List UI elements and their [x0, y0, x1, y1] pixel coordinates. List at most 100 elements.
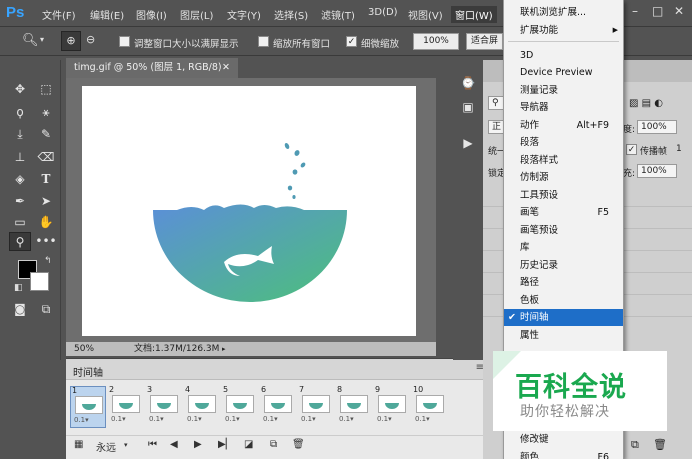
opacity-input[interactable]: 100% [637, 120, 677, 134]
menu-image[interactable]: 图像(I) [136, 7, 167, 22]
timeline-frame[interactable]: 5 0.1▾ [222, 385, 258, 428]
delete-layer-icon[interactable]: 🗑︎ [653, 438, 667, 451]
window-menu-item[interactable]: 仿制源 [504, 169, 623, 186]
loop-option[interactable]: 永远 [96, 439, 116, 454]
window-menu-item[interactable]: 色板 [504, 292, 623, 309]
swap-colors-icon[interactable]: ↰ [44, 256, 52, 266]
menu-view[interactable]: 视图(V) [408, 7, 443, 22]
frame-delay[interactable]: 0.1▾ [339, 415, 354, 423]
window-menu-item[interactable]: Device Preview [504, 64, 623, 81]
frame-delay[interactable]: 0.1▾ [111, 415, 126, 423]
timeline-frame[interactable]: 2 0.1▾ [108, 385, 144, 428]
menu-filter[interactable]: 滤镜(T) [321, 7, 355, 22]
menu-file[interactable]: 文件(F) [42, 7, 76, 22]
document-info[interactable]: 文档:1.37M/126.3M [134, 342, 219, 356]
marquee-tool-icon[interactable]: ⬚ [35, 80, 57, 99]
hand-tool-icon[interactable]: ✋ [35, 213, 57, 232]
duplicate-frame-icon[interactable]: ⧉ [270, 439, 277, 450]
frame-delay[interactable]: 0.1▾ [263, 415, 278, 423]
window-menu-item[interactable]: 扩展功能 ▶ [504, 22, 623, 39]
path-select-icon[interactable]: ➤ [35, 192, 57, 211]
close-tab-icon[interactable]: ✕ [222, 58, 230, 78]
convert-timeline-icon[interactable]: ▦ [74, 439, 83, 450]
window-menu-item[interactable]: 修改键 [504, 431, 623, 448]
timeline-frame[interactable]: 4 0.1▾ [184, 385, 220, 428]
scrubby-zoom-checkbox[interactable]: ✓ [346, 36, 357, 47]
next-frame-icon[interactable]: ▶▏ [218, 439, 233, 450]
zoom-tool-icon[interactable]: ⚲ [9, 232, 31, 251]
brush-tool-icon[interactable]: ✎ [35, 125, 57, 144]
timeline-title[interactable]: 时间轴 [73, 364, 103, 379]
eyedropper-tool-icon[interactable]: ⤓ [9, 125, 31, 144]
lasso-tool-icon[interactable]: ϙ [9, 103, 31, 122]
menu-edit[interactable]: 编辑(E) [90, 7, 124, 22]
document-tab[interactable]: timg.gif @ 50% (图层 1, RGB/8) ✕ [66, 58, 238, 78]
default-colors-icon[interactable]: ◧ [14, 283, 23, 293]
window-menu-item[interactable]: 工具预设 [504, 187, 623, 204]
window-menu-item[interactable]: 3D [504, 47, 623, 64]
zoom-in-icon[interactable]: ⊕ [61, 31, 81, 51]
pen-tool-icon[interactable]: ✒ [9, 192, 31, 211]
frame-delay[interactable]: 0.1▾ [377, 415, 392, 423]
frame-delay[interactable]: 0.1▾ [225, 415, 240, 423]
zoom-100-button[interactable]: 100% [413, 33, 459, 50]
window-menu-item[interactable]: 路径 [504, 274, 623, 291]
window-menu-item[interactable]: 画笔 F5 [504, 204, 623, 221]
history-panel-icon[interactable]: ⌚ [459, 76, 477, 94]
play-icon[interactable]: ▶ [194, 439, 202, 450]
rectangle-tool-icon[interactable]: ▭ [9, 213, 31, 232]
frame-delay[interactable]: 0.1▾ [74, 416, 89, 424]
play-action-icon[interactable]: ▶ [459, 136, 477, 154]
paint-bucket-icon[interactable]: ◈ [9, 170, 31, 189]
window-menu-item[interactable]: 导航器 [504, 99, 623, 116]
menu-type[interactable]: 文字(Y) [227, 7, 261, 22]
resize-windows-checkbox[interactable] [119, 36, 130, 47]
fill-input[interactable]: 100% [637, 164, 677, 178]
window-menu-item[interactable]: 测量记录 [504, 82, 623, 99]
previous-frame-icon[interactable]: ◀ [170, 439, 178, 450]
timeline-frame[interactable]: 9 0.1▾ [374, 385, 410, 428]
window-menu-item[interactable]: 动作 Alt+F9 [504, 117, 623, 134]
window-menu-item[interactable]: 段落样式 [504, 152, 623, 169]
window-menu-item[interactable]: 画笔预设 [504, 222, 623, 239]
zoom-out-icon[interactable]: ⊖ [86, 33, 95, 46]
chevron-down-icon[interactable]: ▾ [40, 35, 44, 44]
window-menu-item[interactable]: 颜色 F6 [504, 449, 623, 459]
maximize-icon[interactable]: □ [652, 4, 663, 18]
close-window-icon[interactable]: ✕ [674, 4, 684, 18]
canvas[interactable] [82, 86, 416, 336]
actions-panel-icon[interactable]: ▣ [459, 100, 477, 118]
background-color-swatch[interactable] [30, 272, 49, 291]
menu-layer[interactable]: 图层(L) [180, 7, 213, 22]
window-menu-item[interactable]: ✔ 时间轴 [504, 309, 623, 326]
zoom-tool-preset-icon[interactable]: 🔍︎ [22, 33, 39, 48]
propagate-frame-checkbox[interactable]: ✓ [626, 144, 637, 155]
zoom-all-windows-checkbox[interactable] [258, 36, 269, 47]
timeline-frame[interactable]: 6 0.1▾ [260, 385, 296, 428]
minimize-icon[interactable]: – [632, 4, 638, 18]
layer-filter-toggle-icon[interactable]: ▨ ▤ ◐ [629, 98, 663, 109]
move-tool-icon[interactable]: ✥ [9, 80, 31, 99]
delete-frame-icon[interactable]: 🗑︎ [292, 439, 305, 450]
first-frame-icon[interactable]: ⏮ [148, 439, 157, 450]
magic-wand-icon[interactable]: ⚹ [35, 103, 57, 122]
window-menu-item[interactable]: 库 [504, 239, 623, 256]
window-menu-item[interactable]: 历史记录 [504, 257, 623, 274]
more-tools-icon[interactable]: ••• [35, 232, 57, 251]
timeline-frame[interactable]: 3 0.1▾ [146, 385, 182, 428]
timeline-frame[interactable]: 7 0.1▾ [298, 385, 334, 428]
window-menu-item[interactable]: 联机浏览扩展... [504, 4, 623, 21]
type-tool-icon[interactable]: T [35, 170, 57, 189]
status-menu-icon[interactable]: ▸ [222, 342, 226, 356]
quick-mask-icon[interactable]: ◙ [9, 300, 31, 319]
timeline-frame[interactable]: 10 0.1▾ [412, 385, 448, 428]
menu-window[interactable]: 窗口(W) [451, 6, 497, 23]
chevron-down-icon[interactable]: ▾ [124, 441, 128, 449]
frame-delay[interactable]: 0.1▾ [187, 415, 202, 423]
timeline-frame[interactable]: 1 0.1▾ [70, 386, 106, 428]
menu-3d[interactable]: 3D(D) [368, 7, 398, 18]
stamp-tool-icon[interactable]: ⊥ [9, 148, 31, 167]
eraser-tool-icon[interactable]: ⌫ [35, 148, 57, 167]
window-menu-item[interactable]: 属性 [504, 327, 623, 344]
zoom-level[interactable]: 50% [74, 342, 94, 356]
